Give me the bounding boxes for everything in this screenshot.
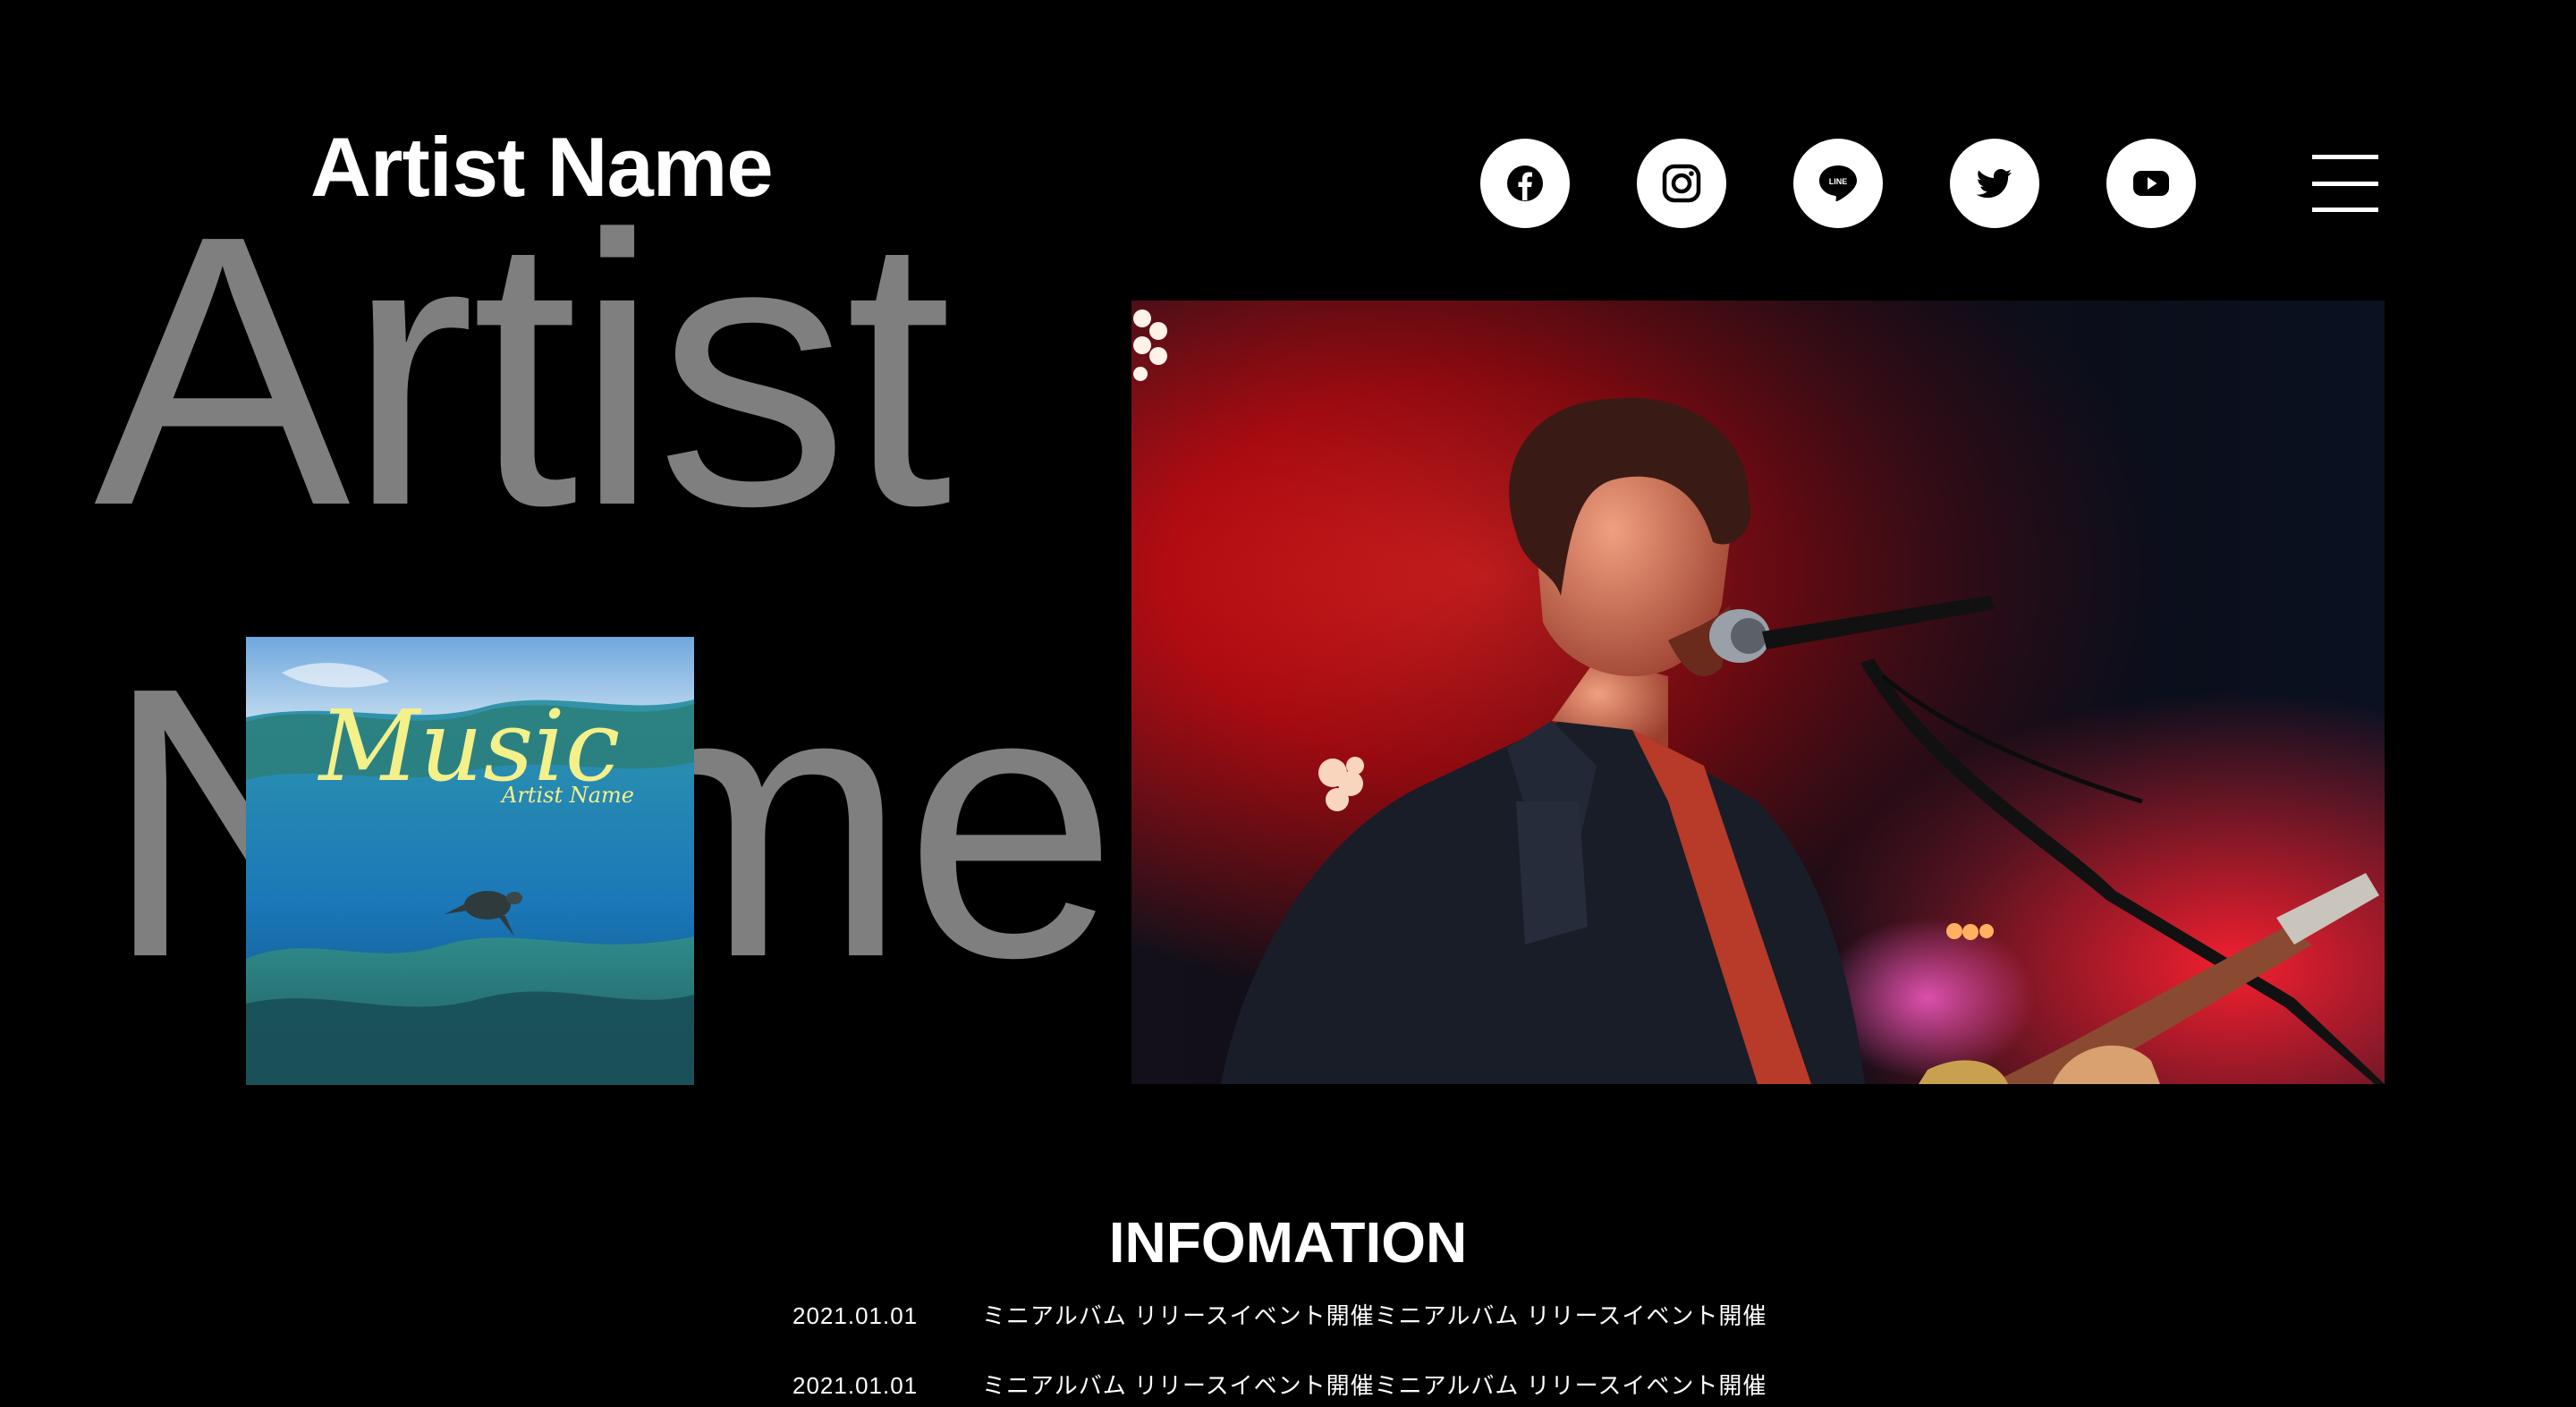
line-icon: LINE	[1819, 165, 1857, 201]
information-heading: INFOMATION	[1108, 1210, 1468, 1275]
facebook-link[interactable]	[1480, 139, 1570, 228]
menu-bar	[2312, 155, 2378, 159]
facebook-icon	[1507, 165, 1543, 201]
page: Artist Name LINE Artist Music Artist Nam…	[0, 0, 2576, 1407]
twitter-icon	[1976, 169, 2012, 199]
svg-text:LINE: LINE	[1829, 177, 1848, 186]
news-date: 2021.01.01	[792, 1372, 919, 1399]
youtube-icon	[2133, 171, 2169, 196]
hamburger-menu-icon[interactable]	[2312, 155, 2378, 212]
album-cover[interactable]: Music Artist Name	[246, 637, 694, 1085]
concert-photo	[1131, 301, 2385, 1084]
news-title: ミニアルバム リリースイベント開催ミニアルバム リリースイベント開催	[982, 1302, 1767, 1329]
youtube-link[interactable]	[2106, 139, 2196, 228]
twitter-link[interactable]	[1950, 139, 2039, 228]
menu-bar	[2312, 181, 2378, 186]
news-date: 2021.01.01	[792, 1302, 919, 1329]
album-title: Music Artist Name	[318, 689, 634, 808]
album-cover-image: Music Artist Name	[246, 637, 694, 1085]
news-item[interactable]: 2021.01.01 ミニアルバム リリースイベント開催ミニアルバム リリースイ…	[792, 1304, 1767, 1374]
social-links: LINE	[1480, 139, 2196, 228]
news-list: 2021.01.01 ミニアルバム リリースイベント開催ミニアルバム リリースイ…	[792, 1304, 1767, 1407]
news-title: ミニアルバム リリースイベント開催ミニアルバム リリースイベント開催	[982, 1372, 1767, 1399]
instagram-link[interactable]	[1637, 139, 1726, 228]
svg-text:Artist Name: Artist Name	[500, 783, 634, 808]
menu-bar	[2312, 208, 2378, 212]
line-link[interactable]: LINE	[1793, 139, 1883, 228]
news-item[interactable]: 2021.01.01 ミニアルバム リリースイベント開催ミニアルバム リリースイ…	[792, 1374, 1767, 1407]
hero-photo	[1131, 301, 2385, 1084]
site-logo[interactable]: Artist Name	[310, 125, 774, 209]
instagram-icon	[1662, 164, 1701, 203]
hero-text-line-1: Artist	[94, 157, 952, 586]
